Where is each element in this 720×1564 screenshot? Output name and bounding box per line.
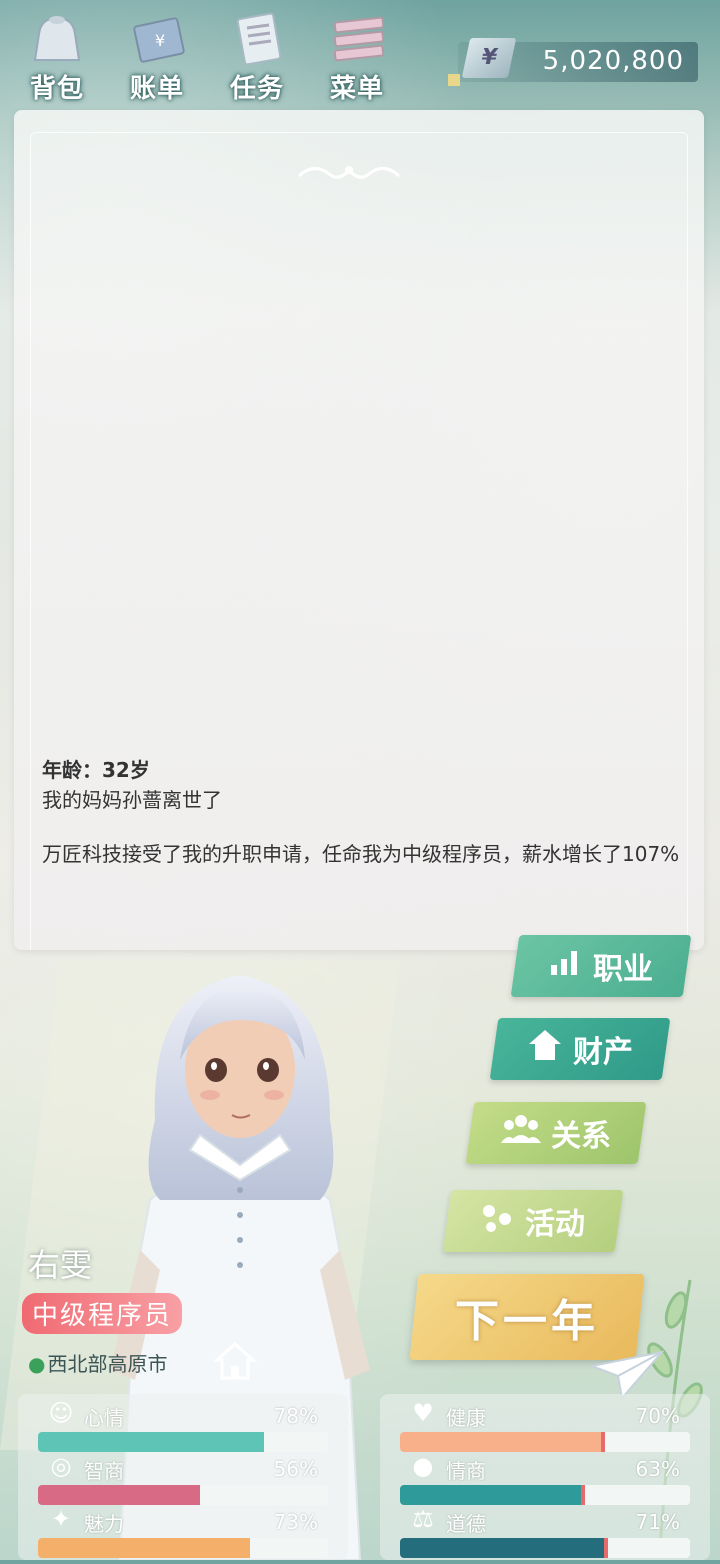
stat-eq: ● 情商 63% [400,1451,690,1505]
city-label: ● 西北部高原市 [28,1348,167,1377]
stat-bar [400,1432,690,1452]
bag-button[interactable]: 背包 [12,8,102,104]
story-event: 万匠科技接受了我的升职申请，任命我为中级程序员，薪水增长了107% [42,842,680,866]
activity-icon [481,1201,515,1241]
city-name: 西北部高原市 [47,1352,168,1376]
story-log: 年龄：32岁 我的妈妈孙蔷离世了 万匠科技接受了我的升职申请，任命我为中级程序员… [42,755,682,869]
menu-icon [325,12,389,68]
bill-icon: ¥ [125,12,189,68]
stat-fill [38,1538,250,1558]
stat-fill [400,1485,583,1505]
bulb-icon: ◎ [50,1452,72,1480]
bag-icon [25,12,89,68]
career-button[interactable]: 职业 [510,935,692,997]
apple-icon: ● [412,1452,434,1480]
stat-iq: ◎ 智商 56% [38,1451,328,1505]
bill-label: 账单 [129,74,184,104]
stat-percent: 78% [273,1404,318,1428]
stat-health: ♥ 健康 70% [400,1398,690,1452]
stat-name: 情商 [446,1459,486,1483]
activity-button[interactable]: 活动 [442,1190,624,1252]
location-pin-icon: ● [28,1352,46,1376]
sparkle-icon: ✦ [50,1505,72,1533]
stat-percent: 63% [635,1457,680,1481]
job-badge: 中级程序员 [22,1293,183,1334]
story-event: 我的妈妈孙蔷离世了 [42,788,222,812]
stat-fill [400,1432,603,1452]
stat-percent: 70% [635,1404,680,1428]
stat-bar [400,1485,690,1505]
menu-label: 菜单 [329,74,384,104]
people-icon [501,1113,541,1153]
stat-morality: ⚖ 道德 71% [400,1504,690,1558]
stat-fill [38,1432,265,1452]
scale-icon: ⚖ [412,1505,434,1533]
property-label: 财产 [573,1035,633,1070]
stat-fill [38,1485,201,1505]
age-line: 年龄：32岁 [42,758,150,782]
chart-icon [549,947,583,985]
bag-label: 背包 [29,74,84,104]
svg-text:¥: ¥ [155,31,165,50]
stat-name: 心情 [84,1406,124,1430]
relationship-button[interactable]: 关系 [465,1102,647,1164]
character-name: 右雯 [28,1246,93,1284]
stat-marker [603,1538,608,1558]
stat-bar [38,1485,328,1505]
stat-bar [400,1538,690,1558]
money-display: ¥ 5,020,800 [448,38,698,86]
property-button[interactable]: 财产 [489,1018,671,1080]
ornament-icon [297,166,401,179]
task-label: 任务 [229,74,284,104]
stat-bar [38,1538,328,1558]
activity-label: 活动 [525,1207,585,1242]
task-button[interactable]: 任务 [212,8,302,104]
stat-mood: ☺ 心情 78% [38,1398,328,1452]
stat-name: 健康 [446,1406,486,1430]
stat-charm: ✦ 魅力 73% [38,1504,328,1558]
stat-name: 魅力 [84,1512,124,1536]
stat-name: 道德 [446,1512,486,1536]
stats-right: ♥ 健康 70% ● 情商 63% ⚖ 道德 71% [380,1394,710,1560]
stat-percent: 71% [635,1510,680,1534]
money-value: 5,020,800 [542,46,684,76]
task-icon [225,12,289,68]
yen-icon: ¥ [461,38,517,78]
next-year-label: 下一年 [455,1296,599,1347]
house-icon [527,1028,563,1070]
stat-bar [38,1432,328,1452]
bill-button[interactable]: ¥ 账单 [112,8,202,104]
menu-button[interactable]: 菜单 [312,8,402,104]
stat-percent: 56% [273,1457,318,1481]
stats-left: ☺ 心情 78% ◎ 智商 56% ✦ 魅力 73% [18,1394,348,1560]
heart-icon: ♥ [412,1399,434,1427]
career-label: 职业 [593,952,653,987]
relationship-label: 关系 [551,1119,611,1154]
story-panel: 年龄：32岁 我的妈妈孙蔷离世了 万匠科技接受了我的升职申请，任命我为中级程序员… [14,110,704,950]
top-bar: 背包 ¥ 账单 任务 菜单 ¥ 5,020,800 [0,0,720,110]
stat-fill [400,1538,606,1558]
smile-icon: ☺ [48,1399,74,1427]
stats-panel: ☺ 心情 78% ◎ 智商 56% ✦ 魅力 73% ♥ 健康 70% ● 情商… [18,1394,710,1560]
stat-marker [601,1432,605,1452]
stat-marker [580,1485,585,1505]
coin-icon [448,74,460,86]
stat-percent: 73% [273,1510,318,1534]
stat-name: 智商 [84,1459,124,1483]
home-icon[interactable] [212,1338,258,1384]
